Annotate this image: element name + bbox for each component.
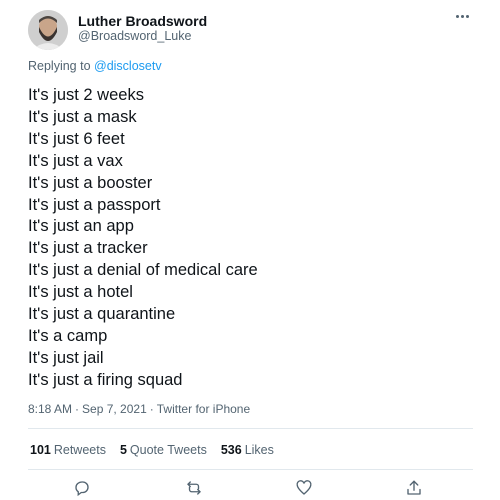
separator: · [75, 402, 80, 416]
tweet-line: It's just a tracker [28, 239, 148, 258]
divider [28, 428, 473, 429]
more-icon[interactable] [450, 8, 474, 24]
engagement-stats: 101 Retweets 5 Quote Tweets 536 Likes [30, 443, 274, 457]
tweet-client[interactable]: Twitter for iPhone [157, 402, 250, 416]
tweet: Luther Broadsword @Broadsword_Luke Reply… [0, 0, 500, 500]
retweet-icon[interactable] [184, 478, 204, 498]
tweet-line: It's just a vax [28, 151, 123, 170]
quote-tweets-count: 5 [119, 443, 127, 457]
tweet-line: It's just a passport [28, 195, 161, 214]
tweet-line: It's just jail [28, 348, 104, 367]
tweet-line: It's just a mask [28, 107, 137, 126]
tweet-line: It's just 2 weeks [28, 86, 144, 104]
retweets-count: 101 [30, 443, 51, 457]
retweets-stat[interactable]: 101 Retweets [30, 443, 106, 457]
tweet-metadata: 8:18 AM · Sep 7, 2021 · Twitter for iPhone [28, 402, 250, 416]
likes-label: Likes [244, 443, 274, 457]
reply-prefix: Replying to [28, 59, 95, 73]
tweet-line: It's just 6 feet [28, 129, 125, 148]
reply-mention-link[interactable]: @disclosetv [94, 59, 162, 73]
tweet-line: It's just a firing squad [28, 370, 183, 389]
quote-tweets-stat[interactable]: 5 Quote Tweets [120, 443, 207, 457]
likes-stat[interactable]: 536 Likes [221, 443, 274, 457]
quote-tweets-label: Quote Tweets [129, 443, 207, 457]
share-icon[interactable] [404, 478, 424, 498]
reply-icon[interactable] [72, 478, 92, 498]
author-handle[interactable]: @Broadsword_Luke [78, 29, 191, 43]
author-name[interactable]: Luther Broadsword [78, 13, 207, 29]
tweet-line: It's just a hotel [28, 283, 133, 302]
separator: · [149, 402, 154, 416]
likes-count: 536 [220, 443, 242, 457]
avatar[interactable] [28, 10, 68, 50]
tweet-line: It's a camp [28, 326, 108, 345]
tweet-line: It's just an app [28, 217, 134, 236]
reply-context: Replying to @disclosetv [28, 59, 162, 73]
like-icon[interactable] [294, 478, 314, 498]
divider [28, 469, 473, 470]
tweet-text: It's just 2 weeks It's just a mask It's … [28, 85, 468, 392]
tweet-time[interactable]: 8:18 AM [28, 402, 72, 416]
tweet-line: It's just a booster [28, 173, 153, 192]
retweets-label: Retweets [53, 443, 106, 457]
tweet-line: It's just a denial of medical care [28, 261, 258, 280]
tweet-line: It's just a quarantine [28, 305, 176, 324]
action-bar [0, 478, 500, 500]
tweet-date[interactable]: Sep 7, 2021 [82, 402, 147, 416]
